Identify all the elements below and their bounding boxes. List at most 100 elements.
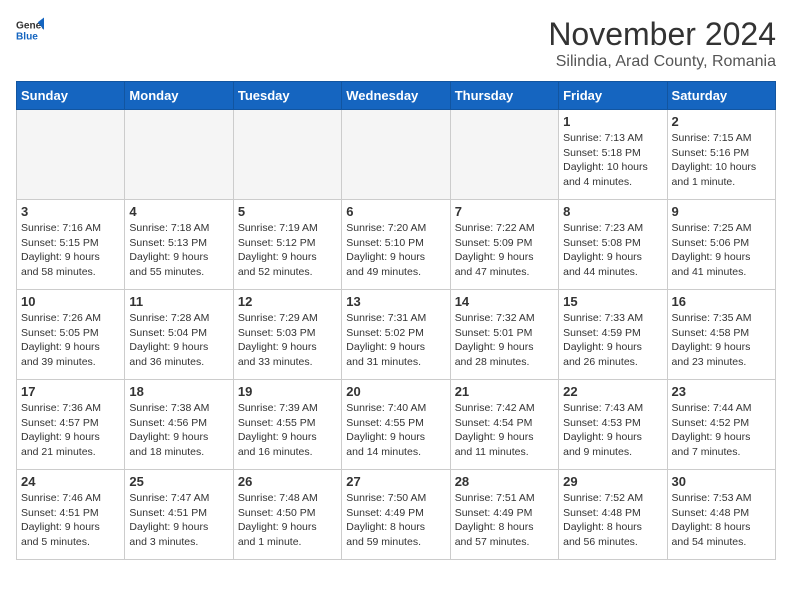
- day-info: Sunrise: 7:53 AMSunset: 4:48 PMDaylight:…: [672, 491, 771, 550]
- day-info: Sunrise: 7:52 AMSunset: 4:48 PMDaylight:…: [563, 491, 662, 550]
- day-number: 8: [563, 204, 662, 219]
- day-info: Sunrise: 7:15 AMSunset: 5:16 PMDaylight:…: [672, 131, 771, 190]
- day-number: 30: [672, 474, 771, 489]
- day-number: 28: [455, 474, 554, 489]
- day-number: 18: [129, 384, 228, 399]
- page-header: General Blue November 2024 Silindia, Ara…: [16, 16, 776, 71]
- week-row-2: 3 Sunrise: 7:16 AMSunset: 5:15 PMDaylight…: [17, 200, 776, 290]
- day-cell: 13Sunrise: 7:31 AMSunset: 5:02 PMDayligh…: [342, 290, 450, 380]
- day-cell: 12Sunrise: 7:29 AMSunset: 5:03 PMDayligh…: [233, 290, 341, 380]
- day-cell: 11 Sunrise: 7:28 AMSunset: 5:04 PMDayligh…: [125, 290, 233, 380]
- day-info: Sunrise: 7:32 AMSunset: 5:01 PMDaylight:…: [455, 311, 554, 370]
- calendar-body: 1 Sunrise: 7:13 AMSunset: 5:18 PMDaylight…: [17, 110, 776, 560]
- day-info: Sunrise: 7:33 AMSunset: 4:59 PMDaylight:…: [563, 311, 662, 370]
- day-cell: 25 Sunrise: 7:47 AMSunset: 4:51 PMDayligh…: [125, 470, 233, 560]
- day-cell: [342, 110, 450, 200]
- day-number: 14: [455, 294, 554, 309]
- day-number: 4: [129, 204, 228, 219]
- day-number: 20: [346, 384, 445, 399]
- day-number: 15: [563, 294, 662, 309]
- day-info: Sunrise: 7:13 AMSunset: 5:18 PMDaylight:…: [563, 131, 662, 190]
- day-info: Sunrise: 7:51 AMSunset: 4:49 PMDaylight:…: [455, 491, 554, 550]
- day-number: 22: [563, 384, 662, 399]
- day-info: Sunrise: 7:16 AMSunset: 5:15 PMDaylight:…: [21, 221, 120, 280]
- day-info: Sunrise: 7:44 AMSunset: 4:52 PMDaylight:…: [672, 401, 771, 460]
- day-cell: 28 Sunrise: 7:51 AMSunset: 4:49 PMDayligh…: [450, 470, 558, 560]
- svg-text:Blue: Blue: [16, 31, 38, 42]
- day-info: Sunrise: 7:31 AMSunset: 5:02 PMDaylight:…: [346, 311, 445, 370]
- day-info: Sunrise: 7:28 AMSunset: 5:04 PMDaylight:…: [129, 311, 228, 370]
- day-cell: 29 Sunrise: 7:52 AMSunset: 4:48 PMDayligh…: [559, 470, 667, 560]
- day-info: Sunrise: 7:47 AMSunset: 4:51 PMDaylight:…: [129, 491, 228, 550]
- day-cell: 23Sunrise: 7:44 AMSunset: 4:52 PMDayligh…: [667, 380, 775, 470]
- header-wednesday: Wednesday: [342, 82, 450, 110]
- day-info: Sunrise: 7:19 AMSunset: 5:12 PMDaylight:…: [238, 221, 337, 280]
- day-cell: 20 Sunrise: 7:40 AMSunset: 4:55 PMDayligh…: [342, 380, 450, 470]
- day-number: 7: [455, 204, 554, 219]
- day-cell: 1 Sunrise: 7:13 AMSunset: 5:18 PMDaylight…: [559, 110, 667, 200]
- day-cell: 19 Sunrise: 7:39 AMSunset: 4:55 PMDayligh…: [233, 380, 341, 470]
- week-row-1: 1 Sunrise: 7:13 AMSunset: 5:18 PMDaylight…: [17, 110, 776, 200]
- day-number: 19: [238, 384, 337, 399]
- day-info: Sunrise: 7:40 AMSunset: 4:55 PMDaylight:…: [346, 401, 445, 460]
- day-number: 17: [21, 384, 120, 399]
- day-number: 24: [21, 474, 120, 489]
- week-row-5: 24 Sunrise: 7:46 AMSunset: 4:51 PMDayligh…: [17, 470, 776, 560]
- day-cell: 9Sunrise: 7:25 AMSunset: 5:06 PMDaylight…: [667, 200, 775, 290]
- day-cell: 5Sunrise: 7:19 AMSunset: 5:12 PMDaylight…: [233, 200, 341, 290]
- day-cell: 24 Sunrise: 7:46 AMSunset: 4:51 PMDayligh…: [17, 470, 125, 560]
- day-cell: [125, 110, 233, 200]
- day-number: 26: [238, 474, 337, 489]
- logo: General Blue: [16, 16, 44, 44]
- day-cell: 17 Sunrise: 7:36 AMSunset: 4:57 PMDayligh…: [17, 380, 125, 470]
- day-info: Sunrise: 7:42 AMSunset: 4:54 PMDaylight:…: [455, 401, 554, 460]
- day-cell: 6 Sunrise: 7:20 AMSunset: 5:10 PMDaylight…: [342, 200, 450, 290]
- day-info: Sunrise: 7:50 AMSunset: 4:49 PMDaylight:…: [346, 491, 445, 550]
- day-info: Sunrise: 7:18 AMSunset: 5:13 PMDaylight:…: [129, 221, 228, 280]
- title-block: November 2024 Silindia, Arad County, Rom…: [548, 16, 776, 71]
- day-info: Sunrise: 7:20 AMSunset: 5:10 PMDaylight:…: [346, 221, 445, 280]
- day-cell: 2Sunrise: 7:15 AMSunset: 5:16 PMDaylight…: [667, 110, 775, 200]
- day-info: Sunrise: 7:22 AMSunset: 5:09 PMDaylight:…: [455, 221, 554, 280]
- header-monday: Monday: [125, 82, 233, 110]
- day-info: Sunrise: 7:43 AMSunset: 4:53 PMDaylight:…: [563, 401, 662, 460]
- day-info: Sunrise: 7:36 AMSunset: 4:57 PMDaylight:…: [21, 401, 120, 460]
- calendar-table: SundayMondayTuesdayWednesdayThursdayFrid…: [16, 81, 776, 560]
- day-cell: [233, 110, 341, 200]
- day-cell: 26 Sunrise: 7:48 AMSunset: 4:50 PMDayligh…: [233, 470, 341, 560]
- day-number: 10: [21, 294, 120, 309]
- day-number: 21: [455, 384, 554, 399]
- header-row: SundayMondayTuesdayWednesdayThursdayFrid…: [17, 82, 776, 110]
- day-info: Sunrise: 7:48 AMSunset: 4:50 PMDaylight:…: [238, 491, 337, 550]
- header-tuesday: Tuesday: [233, 82, 341, 110]
- day-number: 6: [346, 204, 445, 219]
- day-number: 16: [672, 294, 771, 309]
- day-number: 3: [21, 204, 120, 219]
- day-cell: 4 Sunrise: 7:18 AMSunset: 5:13 PMDaylight…: [125, 200, 233, 290]
- day-cell: 3 Sunrise: 7:16 AMSunset: 5:15 PMDaylight…: [17, 200, 125, 290]
- day-number: 27: [346, 474, 445, 489]
- day-cell: 16 Sunrise: 7:35 AMSunset: 4:58 PMDayligh…: [667, 290, 775, 380]
- day-number: 11: [129, 294, 228, 309]
- location-subtitle: Silindia, Arad County, Romania: [548, 53, 776, 71]
- day-number: 25: [129, 474, 228, 489]
- day-number: 29: [563, 474, 662, 489]
- day-cell: 10Sunrise: 7:26 AMSunset: 5:05 PMDayligh…: [17, 290, 125, 380]
- day-cell: 7 Sunrise: 7:22 AMSunset: 5:09 PMDaylight…: [450, 200, 558, 290]
- day-number: 1: [563, 114, 662, 129]
- day-info: Sunrise: 7:39 AMSunset: 4:55 PMDaylight:…: [238, 401, 337, 460]
- day-info: Sunrise: 7:29 AMSunset: 5:03 PMDaylight:…: [238, 311, 337, 370]
- header-saturday: Saturday: [667, 82, 775, 110]
- day-cell: [450, 110, 558, 200]
- calendar-header: SundayMondayTuesdayWednesdayThursdayFrid…: [17, 82, 776, 110]
- day-cell: 22 Sunrise: 7:43 AMSunset: 4:53 PMDayligh…: [559, 380, 667, 470]
- day-cell: 8Sunrise: 7:23 AMSunset: 5:08 PMDaylight…: [559, 200, 667, 290]
- day-cell: 30 Sunrise: 7:53 AMSunset: 4:48 PMDayligh…: [667, 470, 775, 560]
- day-cell: 15 Sunrise: 7:33 AMSunset: 4:59 PMDayligh…: [559, 290, 667, 380]
- day-info: Sunrise: 7:35 AMSunset: 4:58 PMDaylight:…: [672, 311, 771, 370]
- day-info: Sunrise: 7:46 AMSunset: 4:51 PMDaylight:…: [21, 491, 120, 550]
- week-row-3: 10Sunrise: 7:26 AMSunset: 5:05 PMDayligh…: [17, 290, 776, 380]
- header-friday: Friday: [559, 82, 667, 110]
- month-title: November 2024: [548, 16, 776, 53]
- day-cell: 14 Sunrise: 7:32 AMSunset: 5:01 PMDayligh…: [450, 290, 558, 380]
